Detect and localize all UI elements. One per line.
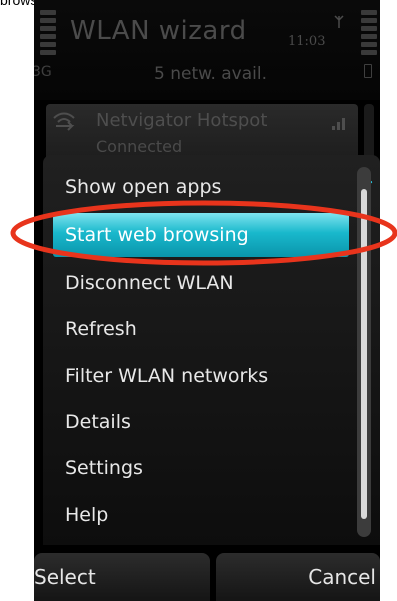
clock: 11:03 — [288, 34, 326, 49]
menu-item-disconnect-wlan[interactable]: Disconnect WLAN — [53, 261, 349, 305]
menu-item-settings[interactable]: Settings — [53, 446, 349, 490]
wifi-icon — [53, 112, 75, 131]
menu-item-refresh[interactable]: Refresh — [53, 307, 349, 351]
battery-icon — [364, 64, 372, 78]
cancel-softkey[interactable]: Cancel — [216, 553, 380, 601]
menu-item-help[interactable]: Help — [53, 493, 349, 537]
options-menu: Show open apps Start web browsing Discon… — [43, 155, 380, 545]
antenna-icon — [334, 15, 344, 28]
networks-available-label: 5 netw. avail. — [154, 64, 268, 84]
menu-item-filter-wlan-networks[interactable]: Filter WLAN networks — [53, 354, 349, 398]
signal-bars-icon — [40, 10, 56, 60]
network-status: Connected — [96, 137, 183, 156]
phone-screen: WLAN wizard 11:03 3G 5 netw. avail. Netv… — [34, 0, 380, 601]
battery-bars-icon — [361, 10, 377, 60]
network-name: Netvigator Hotspot — [96, 110, 268, 131]
title-bar: WLAN wizard 11:03 3G 5 netw. avail. — [34, 0, 380, 100]
network-type-label: 3G — [34, 64, 52, 80]
menu-item-show-open-apps[interactable]: Show open apps — [53, 165, 349, 209]
signal-strength-icon — [332, 118, 345, 130]
menu-item-details[interactable]: Details — [53, 400, 349, 444]
menu-item-start-web-browsing[interactable]: Start web browsing — [53, 213, 349, 257]
app-title: WLAN wizard — [70, 16, 247, 46]
list-item-netvigator[interactable]: Netvigator Hotspot Connected — [46, 104, 358, 162]
menu-scrollbar-thumb[interactable] — [361, 189, 367, 519]
select-softkey[interactable]: Select — [34, 553, 210, 601]
